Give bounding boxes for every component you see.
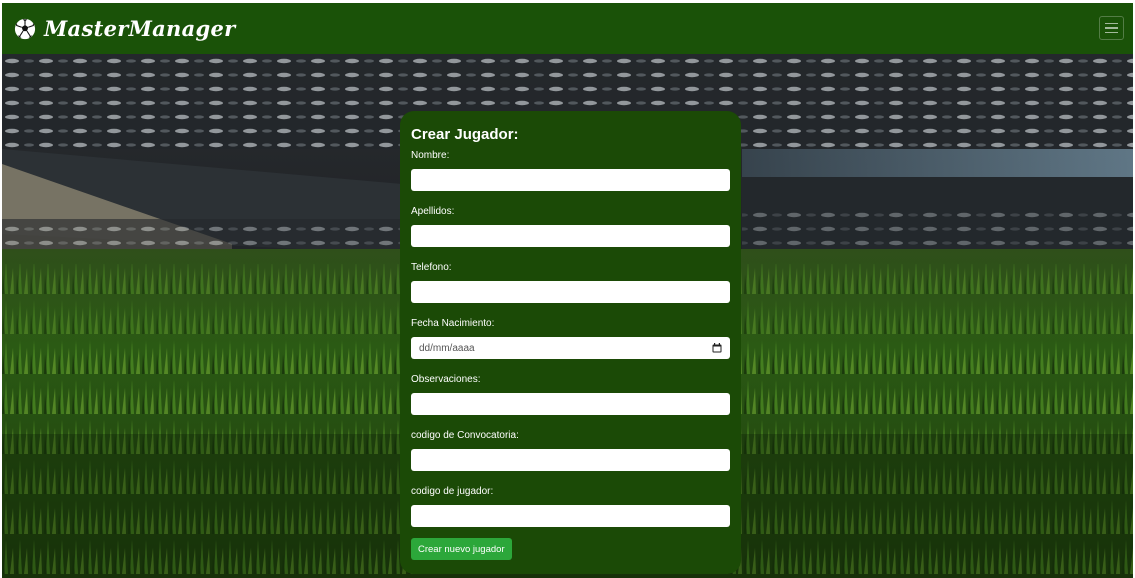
brand-name: MasterManager [44, 16, 236, 41]
date-placeholder: dd/mm/aaaa [419, 342, 475, 354]
codigo-jugador-input[interactable] [411, 505, 730, 527]
codigo-convocatoria-input[interactable] [411, 449, 730, 471]
apellidos-label: Apellidos: [411, 206, 455, 217]
field-observaciones: Observaciones: [411, 373, 730, 415]
field-nombre: Nombre: [411, 149, 730, 191]
soccer-ball-icon [14, 18, 36, 39]
apellidos-input[interactable] [411, 225, 730, 247]
observaciones-label: Observaciones: [411, 374, 481, 385]
nombre-label: Nombre: [411, 150, 450, 161]
field-apellidos: Apellidos: [411, 205, 730, 247]
field-codigo-convocatoria: codigo de Convocatoria: [411, 429, 730, 471]
nombre-input[interactable] [411, 169, 730, 191]
telefono-label: Telefono: [411, 262, 452, 273]
form-title: Crear Jugador: [411, 126, 519, 143]
create-player-form: Crear Jugador: Nombre: Apellidos: Telefo… [400, 111, 741, 574]
observaciones-input[interactable] [411, 393, 730, 415]
telefono-input[interactable] [411, 281, 730, 303]
codigo-jugador-label: codigo de jugador: [411, 486, 494, 497]
navbar: MasterManager [2, 3, 1133, 54]
codigo-convocatoria-label: codigo de Convocatoria: [411, 430, 519, 441]
fecha-nacimiento-input[interactable]: dd/mm/aaaa [411, 337, 730, 359]
create-player-button[interactable]: Crear nuevo jugador [411, 538, 512, 560]
app-frame: MasterManager Crear Jugador: Nombre: Ape… [2, 3, 1133, 578]
field-fecha-nacimiento: Fecha Nacimiento: dd/mm/aaaa [411, 317, 730, 359]
navbar-brand[interactable]: MasterManager [14, 16, 236, 41]
calendar-icon[interactable] [712, 343, 722, 353]
fecha-nacimiento-label: Fecha Nacimiento: [411, 318, 495, 329]
hamburger-menu-icon [1105, 22, 1118, 25]
menu-toggle-button[interactable] [1099, 16, 1124, 40]
field-telefono: Telefono: [411, 261, 730, 303]
field-codigo-jugador: codigo de jugador: [411, 485, 730, 527]
